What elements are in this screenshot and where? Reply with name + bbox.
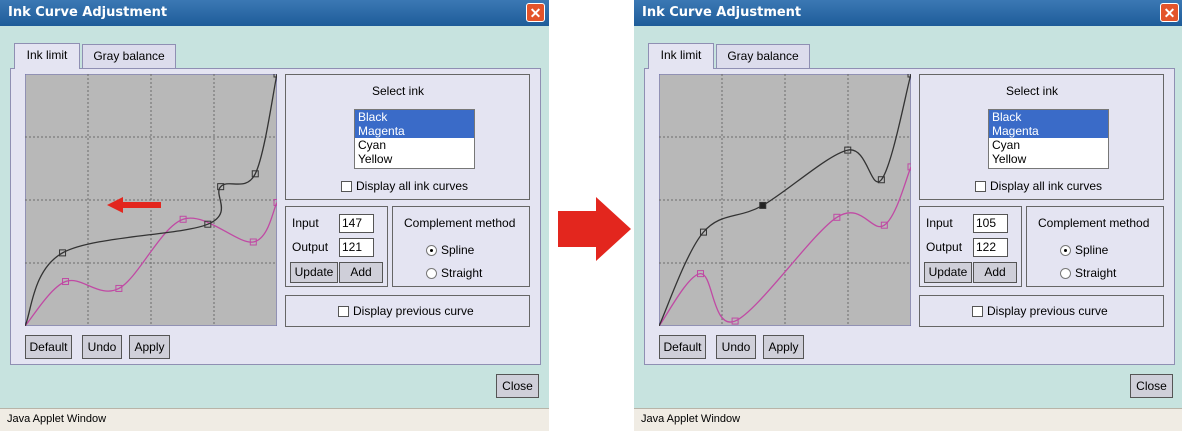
close-button[interactable]: Close: [1130, 374, 1173, 398]
title-bar: Ink Curve Adjustment ✕: [0, 0, 549, 26]
add-button[interactable]: Add: [973, 262, 1017, 283]
complement-method-group: Complement method Spline Straight: [392, 206, 530, 287]
list-item[interactable]: Cyan: [989, 138, 1108, 152]
ink-list[interactable]: Black Magenta Cyan Yellow: [354, 109, 475, 169]
default-button[interactable]: Default: [659, 335, 706, 359]
add-button[interactable]: Add: [339, 262, 383, 283]
select-ink-group: Select ink Black Magenta Cyan Yellow Dis…: [919, 74, 1164, 200]
complement-method-label: Complement method: [1038, 216, 1150, 230]
display-previous-checkbox[interactable]: [338, 306, 349, 317]
spline-radio[interactable]: [1060, 245, 1071, 256]
list-item[interactable]: Black: [989, 110, 1108, 124]
default-button[interactable]: Default: [25, 335, 72, 359]
undo-button[interactable]: Undo: [82, 335, 122, 359]
complement-method-group: Complement method Spline Straight: [1026, 206, 1164, 287]
undo-button[interactable]: Undo: [716, 335, 756, 359]
output-label: Output: [926, 240, 963, 254]
left-arrow-icon: [107, 197, 161, 213]
output-field[interactable]: 122: [973, 238, 1008, 257]
dialog-title: Ink Curve Adjustment: [642, 5, 802, 20]
display-all-label: Display all ink curves: [356, 179, 469, 193]
dialog-title: Ink Curve Adjustment: [8, 5, 168, 20]
spline-label: Spline: [441, 243, 475, 257]
display-all-label: Display all ink curves: [990, 179, 1103, 193]
straight-label: Straight: [1075, 266, 1117, 280]
update-button[interactable]: Update: [924, 262, 972, 283]
spline-label: Spline: [1075, 243, 1109, 257]
output-field[interactable]: 121: [339, 238, 374, 257]
straight-radio[interactable]: [426, 268, 437, 279]
input-label: Input: [292, 216, 319, 230]
close-x-icon[interactable]: ✕: [526, 3, 545, 22]
output-label: Output: [292, 240, 329, 254]
display-previous-label: Display previous curve: [987, 304, 1108, 318]
input-field[interactable]: 147: [339, 214, 374, 233]
apply-button[interactable]: Apply: [763, 335, 804, 359]
list-item[interactable]: Cyan: [355, 138, 474, 152]
tab-ink-limit[interactable]: Ink limit: [14, 43, 80, 69]
select-ink-group: Select ink Black Magenta Cyan Yellow Dis…: [285, 74, 530, 200]
select-ink-label: Select ink: [372, 84, 425, 98]
display-previous-label: Display previous curve: [353, 304, 474, 318]
display-previous-group: Display previous curve: [919, 295, 1164, 327]
title-bar: Ink Curve Adjustment ✕: [634, 0, 1182, 26]
list-item[interactable]: Magenta: [355, 124, 474, 138]
status-text: Java Applet Window: [7, 413, 107, 425]
spline-radio[interactable]: [426, 245, 437, 256]
list-item[interactable]: Yellow: [355, 152, 474, 166]
list-item[interactable]: Magenta: [989, 124, 1108, 138]
straight-radio[interactable]: [1060, 268, 1071, 279]
ink-list[interactable]: Black Magenta Cyan Yellow: [988, 109, 1109, 169]
close-button[interactable]: Close: [496, 374, 539, 398]
close-x-icon[interactable]: ✕: [1160, 3, 1179, 22]
black-control-point[interactable]: [759, 201, 767, 209]
list-item[interactable]: Yellow: [989, 152, 1108, 166]
update-button[interactable]: Update: [290, 262, 338, 283]
apply-button[interactable]: Apply: [129, 335, 170, 359]
right-arrow-icon: [558, 197, 631, 261]
status-text: Java Applet Window: [641, 413, 741, 425]
display-all-checkbox[interactable]: [341, 181, 352, 192]
display-all-checkbox[interactable]: [975, 181, 986, 192]
tab-gray-balance[interactable]: Gray balance: [82, 44, 176, 68]
input-field[interactable]: 105: [973, 214, 1008, 233]
status-bar: Java Applet Window: [634, 408, 1182, 431]
ink-curve-graph[interactable]: [659, 74, 911, 326]
input-output-group: Input 105 Output 122 Update Add: [919, 206, 1022, 287]
status-bar: Java Applet Window: [0, 408, 549, 431]
input-label: Input: [926, 216, 953, 230]
dialog-after: Ink Curve Adjustment ✕ Ink limit Gray ba…: [634, 0, 1182, 431]
display-previous-group: Display previous curve: [285, 295, 530, 327]
straight-label: Straight: [441, 266, 483, 280]
list-item[interactable]: Black: [355, 110, 474, 124]
dialog-before: Ink Curve Adjustment ✕ Ink limit Gray ba…: [0, 0, 549, 431]
complement-method-label: Complement method: [404, 216, 516, 230]
input-output-group: Input 147 Output 121 Update Add: [285, 206, 388, 287]
tab-ink-limit[interactable]: Ink limit: [648, 43, 714, 69]
tab-gray-balance[interactable]: Gray balance: [716, 44, 810, 68]
display-previous-checkbox[interactable]: [972, 306, 983, 317]
select-ink-label: Select ink: [1006, 84, 1059, 98]
